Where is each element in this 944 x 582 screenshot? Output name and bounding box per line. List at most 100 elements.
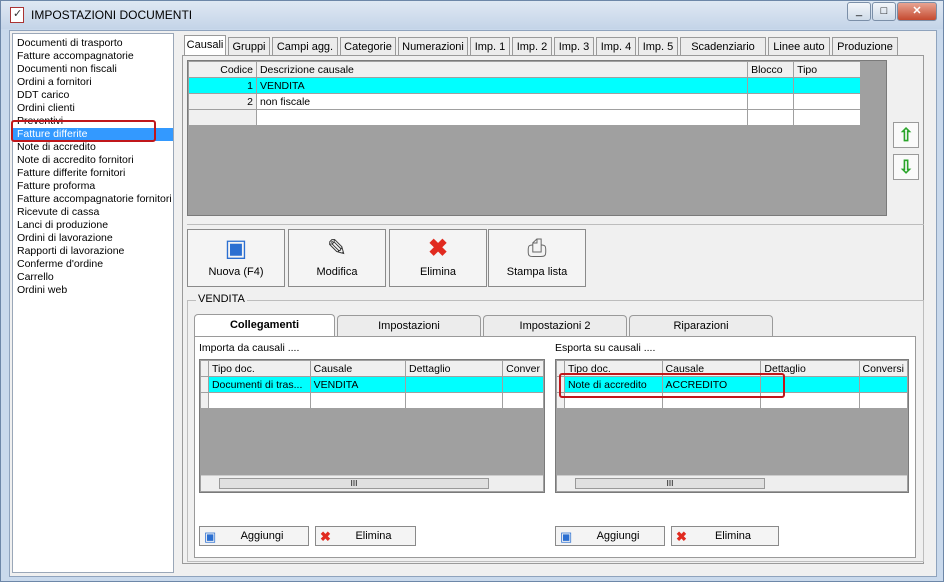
esporta-remove-button[interactable]: ✖ Elimina bbox=[671, 526, 779, 546]
cell-tipo bbox=[793, 77, 861, 94]
cell-empty bbox=[747, 109, 795, 126]
cell-dettaglio bbox=[405, 376, 504, 393]
nav-item[interactable]: Fatture accompagnatorie fornitori bbox=[13, 193, 173, 206]
app-icon bbox=[10, 7, 24, 23]
col-header-blocco[interactable]: Blocco bbox=[747, 61, 795, 78]
cell-blocco bbox=[747, 93, 795, 110]
new-button[interactable]: ▣ Nuova (F4) bbox=[187, 229, 285, 287]
esporta-label: Esporta su causali .... bbox=[555, 342, 656, 354]
tab-imp-5[interactable]: Imp. 5 bbox=[638, 37, 678, 56]
col-header-causale[interactable]: Causale bbox=[309, 360, 407, 377]
importa-remove-label: Elimina bbox=[355, 530, 392, 542]
print-list-button[interactable]: ⎙ Stampa lista bbox=[488, 229, 586, 287]
print-button-label: Stampa lista bbox=[506, 266, 568, 278]
tab-scadenziario[interactable]: Scadenziario bbox=[680, 37, 766, 56]
tab-gruppi[interactable]: Gruppi bbox=[228, 37, 270, 56]
tab-numerazioni[interactable]: Numerazioni bbox=[398, 37, 468, 56]
table-row[interactable]: 1 VENDITA bbox=[188, 77, 861, 94]
esporta-hscrollbar[interactable]: III bbox=[557, 475, 907, 491]
table-row[interactable]: Documenti di tras... VENDITA bbox=[200, 376, 544, 393]
table-row-empty[interactable] bbox=[200, 392, 544, 409]
tab-linee-auto[interactable]: Linee auto bbox=[768, 37, 830, 56]
col-header-tipo[interactable]: Tipo bbox=[793, 61, 861, 78]
importa-label: Importa da causali .... bbox=[199, 342, 300, 354]
title-bar: IMPOSTAZIONI DOCUMENTI _ □ ✕ bbox=[1, 1, 943, 29]
cell-empty bbox=[188, 109, 257, 126]
close-button[interactable]: ✕ bbox=[897, 2, 937, 21]
highlight-annotation bbox=[559, 373, 785, 398]
subtab-impostazioni[interactable]: Impostazioni bbox=[337, 315, 481, 336]
nav-item[interactable]: Documenti non fiscali bbox=[13, 63, 173, 76]
importa-remove-button[interactable]: ✖ Elimina bbox=[315, 526, 416, 546]
nav-item[interactable]: Documenti di trasporto bbox=[13, 37, 173, 50]
scroll-thumb[interactable]: III bbox=[575, 478, 765, 489]
tab-categorie[interactable]: Categorie bbox=[340, 37, 396, 56]
tab-causali[interactable]: Causali bbox=[184, 35, 226, 57]
scroll-thumb[interactable]: III bbox=[219, 478, 489, 489]
cell-empty bbox=[405, 392, 504, 409]
new-document-icon: ▣ bbox=[224, 235, 248, 262]
move-up-icon[interactable]: ⇧ bbox=[893, 122, 919, 148]
subtab-impostazioni-2[interactable]: Impostazioni 2 bbox=[483, 315, 627, 336]
nav-item[interactable]: Fatture proforma bbox=[13, 180, 173, 193]
subtab-collegamenti[interactable]: Collegamenti bbox=[194, 314, 335, 337]
row-indicator bbox=[200, 360, 209, 377]
nav-item[interactable]: DDT carico bbox=[13, 89, 173, 102]
edit-button[interactable]: ✎ Modifica bbox=[288, 229, 386, 287]
cell-codice: 1 bbox=[188, 77, 257, 94]
importa-hscrollbar[interactable]: III bbox=[201, 475, 543, 491]
table-row-empty[interactable] bbox=[188, 109, 861, 126]
importa-grid[interactable]: Tipo doc. Causale Dettaglio Conver Docum… bbox=[199, 359, 545, 493]
highlight-annotation bbox=[11, 120, 156, 142]
nav-item[interactable]: Ordini clienti bbox=[13, 102, 173, 115]
table-row[interactable]: 2 non fiscale bbox=[188, 93, 861, 110]
importa-add-label: Aggiungi bbox=[240, 530, 284, 542]
col-header-descrizione[interactable]: Descrizione causale bbox=[255, 61, 749, 78]
delete-icon: ✖ bbox=[427, 235, 449, 262]
printer-icon: ⎙ bbox=[527, 235, 547, 262]
importa-add-button[interactable]: ▣ Aggiungi bbox=[199, 526, 309, 546]
tab-campi-agg[interactable]: Campi agg. bbox=[272, 37, 338, 56]
nav-item[interactable]: Ordini web bbox=[13, 284, 173, 297]
subtab-riparazioni[interactable]: Riparazioni bbox=[629, 315, 773, 336]
esporta-add-button[interactable]: ▣ Aggiungi bbox=[555, 526, 665, 546]
tab-imp-4[interactable]: Imp. 4 bbox=[596, 37, 636, 56]
nav-item[interactable]: Fatture differite fornitori bbox=[13, 167, 173, 180]
causali-grid[interactable]: Codice Descrizione causale Blocco Tipo 1… bbox=[187, 60, 887, 216]
col-header-codice[interactable]: Codice bbox=[188, 61, 257, 78]
row-indicator bbox=[200, 392, 209, 409]
col-header-dettaglio[interactable]: Dettaglio bbox=[405, 360, 504, 377]
document-type-list[interactable]: Documenti di trasporto Fatture accompagn… bbox=[12, 33, 174, 573]
nav-item[interactable]: Lanci di produzione bbox=[13, 219, 173, 232]
nav-item[interactable]: Ricevute di cassa bbox=[13, 206, 173, 219]
tab-produzione[interactable]: Produzione bbox=[832, 37, 898, 56]
tab-imp-3[interactable]: Imp. 3 bbox=[554, 37, 594, 56]
nav-item[interactable]: Rapporti di lavorazione bbox=[13, 245, 173, 258]
nav-item[interactable]: Fatture accompagnatorie bbox=[13, 50, 173, 63]
move-down-icon[interactable]: ⇩ bbox=[893, 154, 919, 180]
tab-imp-2[interactable]: Imp. 2 bbox=[512, 37, 552, 56]
nav-item[interactable]: Ordini a fornitori bbox=[13, 76, 173, 89]
nav-item[interactable]: Note di accredito bbox=[13, 141, 173, 154]
tab-imp-1[interactable]: Imp. 1 bbox=[470, 37, 510, 56]
nav-item[interactable]: Ordini di lavorazione bbox=[13, 232, 173, 245]
esporta-add-label: Aggiungi bbox=[596, 530, 640, 542]
col-header-conversione[interactable]: Conver bbox=[502, 360, 544, 377]
cell-tipo-doc: Documenti di tras... bbox=[207, 376, 311, 393]
new-button-label: Nuova (F4) bbox=[208, 266, 264, 278]
minimize-button[interactable]: _ bbox=[847, 2, 871, 21]
col-header-tipo-doc[interactable]: Tipo doc. bbox=[207, 360, 311, 377]
collegamenti-panel: Importa da causali .... Tipo doc. Causal… bbox=[194, 336, 916, 558]
importa-table: Tipo doc. Causale Dettaglio Conver Docum… bbox=[200, 360, 544, 409]
cell-causale: VENDITA bbox=[309, 376, 407, 393]
nav-item[interactable]: Carrello bbox=[13, 271, 173, 284]
maximize-button[interactable]: □ bbox=[872, 2, 896, 21]
cell-empty bbox=[858, 392, 909, 409]
col-header-conversione[interactable]: Conversi bbox=[858, 360, 909, 377]
causali-table: Codice Descrizione causale Blocco Tipo 1… bbox=[188, 61, 861, 126]
nav-item[interactable]: Conferme d'ordine bbox=[13, 258, 173, 271]
cell-descrizione: non fiscale bbox=[255, 93, 749, 110]
delete-button[interactable]: ✖ Elimina bbox=[389, 229, 487, 287]
nav-item[interactable]: Note di accredito fornitori bbox=[13, 154, 173, 167]
cell-empty bbox=[309, 392, 407, 409]
